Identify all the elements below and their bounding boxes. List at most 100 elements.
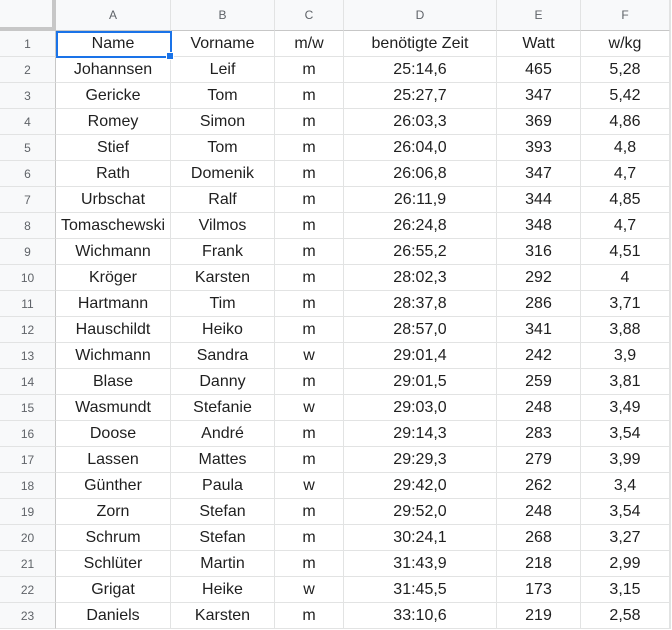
row-header[interactable]: 21: [0, 551, 56, 577]
table-cell[interactable]: w: [275, 473, 344, 499]
column-header-d[interactable]: D: [344, 0, 497, 31]
column-header-e[interactable]: E: [497, 0, 581, 31]
table-cell[interactable]: w: [275, 577, 344, 603]
table-cell[interactable]: m: [275, 291, 344, 317]
table-cell[interactable]: m: [275, 83, 344, 109]
header-cell[interactable]: Watt: [497, 31, 581, 57]
table-cell[interactable]: Sandra: [171, 343, 275, 369]
table-cell[interactable]: Stefan: [171, 525, 275, 551]
row-header[interactable]: 23: [0, 603, 56, 629]
header-cell[interactable]: benötigte Zeit: [344, 31, 497, 57]
table-cell[interactable]: 344: [497, 187, 581, 213]
table-cell[interactable]: 29:14,3: [344, 421, 497, 447]
table-cell[interactable]: Urbschat: [56, 187, 171, 213]
table-cell[interactable]: 393: [497, 135, 581, 161]
table-cell[interactable]: 2,58: [581, 603, 670, 629]
table-cell[interactable]: Tomaschewski: [56, 213, 171, 239]
table-cell[interactable]: Lassen: [56, 447, 171, 473]
table-cell[interactable]: 4,7: [581, 213, 670, 239]
table-cell[interactable]: 29:29,3: [344, 447, 497, 473]
column-header-b[interactable]: B: [171, 0, 275, 31]
table-cell[interactable]: Schrum: [56, 525, 171, 551]
row-header[interactable]: 19: [0, 499, 56, 525]
table-cell[interactable]: Zorn: [56, 499, 171, 525]
table-cell[interactable]: m: [275, 57, 344, 83]
table-cell[interactable]: 5,28: [581, 57, 670, 83]
table-cell[interactable]: Doose: [56, 421, 171, 447]
table-cell[interactable]: Domenik: [171, 161, 275, 187]
table-cell[interactable]: 4: [581, 265, 670, 291]
table-cell[interactable]: Tom: [171, 135, 275, 161]
table-cell[interactable]: Hauschildt: [56, 317, 171, 343]
table-cell[interactable]: 4,85: [581, 187, 670, 213]
table-cell[interactable]: 268: [497, 525, 581, 551]
table-cell[interactable]: 292: [497, 265, 581, 291]
table-cell[interactable]: m: [275, 187, 344, 213]
table-cell[interactable]: 26:55,2: [344, 239, 497, 265]
table-cell[interactable]: 2,99: [581, 551, 670, 577]
table-cell[interactable]: Danny: [171, 369, 275, 395]
table-cell[interactable]: 25:14,6: [344, 57, 497, 83]
table-cell[interactable]: 283: [497, 421, 581, 447]
table-cell[interactable]: 341: [497, 317, 581, 343]
table-cell[interactable]: 4,8: [581, 135, 670, 161]
table-cell[interactable]: 347: [497, 161, 581, 187]
table-cell[interactable]: Stefan: [171, 499, 275, 525]
table-cell[interactable]: 26:24,8: [344, 213, 497, 239]
table-cell[interactable]: 4,51: [581, 239, 670, 265]
table-cell[interactable]: 3,27: [581, 525, 670, 551]
table-cell[interactable]: 28:02,3: [344, 265, 497, 291]
table-cell[interactable]: 347: [497, 83, 581, 109]
table-cell[interactable]: 4,86: [581, 109, 670, 135]
table-cell[interactable]: 3,4: [581, 473, 670, 499]
table-cell[interactable]: 316: [497, 239, 581, 265]
table-cell[interactable]: m: [275, 525, 344, 551]
table-cell[interactable]: w: [275, 395, 344, 421]
table-cell[interactable]: m: [275, 369, 344, 395]
table-cell[interactable]: m: [275, 603, 344, 629]
row-header[interactable]: 3: [0, 83, 56, 109]
table-cell[interactable]: 29:42,0: [344, 473, 497, 499]
row-header[interactable]: 2: [0, 57, 56, 83]
row-header[interactable]: 1: [0, 31, 56, 57]
table-cell[interactable]: 218: [497, 551, 581, 577]
row-header[interactable]: 8: [0, 213, 56, 239]
column-header-a[interactable]: A: [56, 0, 171, 31]
row-header[interactable]: 10: [0, 265, 56, 291]
table-cell[interactable]: 248: [497, 395, 581, 421]
table-cell[interactable]: 33:10,6: [344, 603, 497, 629]
table-cell[interactable]: 28:57,0: [344, 317, 497, 343]
table-cell[interactable]: Kröger: [56, 265, 171, 291]
row-header[interactable]: 22: [0, 577, 56, 603]
table-cell[interactable]: Wasmundt: [56, 395, 171, 421]
table-cell[interactable]: Stief: [56, 135, 171, 161]
table-cell[interactable]: Simon: [171, 109, 275, 135]
table-cell[interactable]: 3,49: [581, 395, 670, 421]
table-cell[interactable]: 3,71: [581, 291, 670, 317]
table-cell[interactable]: 29:03,0: [344, 395, 497, 421]
table-cell[interactable]: Karsten: [171, 265, 275, 291]
table-cell[interactable]: 26:03,3: [344, 109, 497, 135]
table-cell[interactable]: 3,88: [581, 317, 670, 343]
table-cell[interactable]: Gericke: [56, 83, 171, 109]
table-cell[interactable]: 4,7: [581, 161, 670, 187]
table-cell[interactable]: Frank: [171, 239, 275, 265]
table-cell[interactable]: m: [275, 499, 344, 525]
table-cell[interactable]: 26:06,8: [344, 161, 497, 187]
table-cell[interactable]: 242: [497, 343, 581, 369]
table-cell[interactable]: Ralf: [171, 187, 275, 213]
table-cell[interactable]: 286: [497, 291, 581, 317]
table-cell[interactable]: Tom: [171, 83, 275, 109]
table-cell[interactable]: 369: [497, 109, 581, 135]
table-cell[interactable]: Blase: [56, 369, 171, 395]
table-cell[interactable]: 29:01,5: [344, 369, 497, 395]
row-header[interactable]: 11: [0, 291, 56, 317]
table-cell[interactable]: 3,81: [581, 369, 670, 395]
row-header[interactable]: 14: [0, 369, 56, 395]
table-cell[interactable]: Grigat: [56, 577, 171, 603]
header-cell[interactable]: w/kg: [581, 31, 670, 57]
table-cell[interactable]: 3,99: [581, 447, 670, 473]
row-header[interactable]: 4: [0, 109, 56, 135]
header-cell[interactable]: Vorname: [171, 31, 275, 57]
table-cell[interactable]: Stefanie: [171, 395, 275, 421]
